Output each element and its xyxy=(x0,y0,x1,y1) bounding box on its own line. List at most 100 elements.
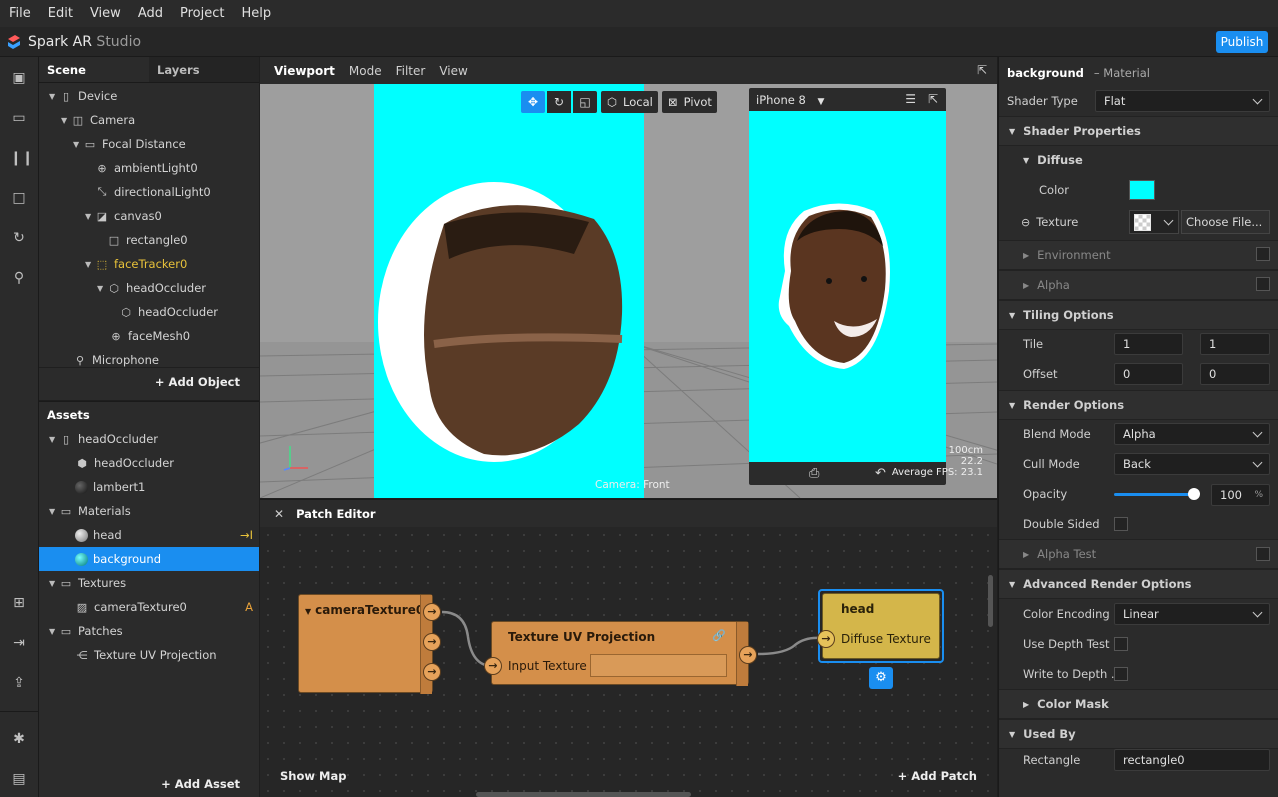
depth-test-checkbox[interactable] xyxy=(1114,637,1128,651)
tree-item-head-occluder-mesh[interactable]: ⬡ headOccluder xyxy=(119,300,218,324)
tree-item-head-occluder[interactable]: ▼ ⬡ headOccluder xyxy=(97,276,206,300)
tree-item-ambient-light[interactable]: ⊕ ambientLight0 xyxy=(95,156,197,180)
local-toggle[interactable]: ⬡ Local xyxy=(601,91,658,113)
tree-item-microphone[interactable]: ⚲ Microphone xyxy=(73,348,159,372)
opacity-slider-handle[interactable] xyxy=(1188,488,1200,500)
asset-patches-folder[interactable]: ▼ ▭ Patches xyxy=(49,619,123,643)
tiling-options-header[interactable]: Tiling Options xyxy=(1023,308,1113,322)
asset-head-occluder-folder[interactable]: ▼ ▯ headOccluder xyxy=(49,427,158,451)
import-icon[interactable]: ⇥ xyxy=(10,634,28,652)
menu-file[interactable]: File xyxy=(9,6,31,21)
scale-tool-icon[interactable]: ◱ xyxy=(573,91,597,113)
tab-filter[interactable]: Filter xyxy=(396,64,426,78)
tab-view[interactable]: View xyxy=(439,64,467,78)
asset-head-occluder-mesh[interactable]: ⬢ headOccluder xyxy=(75,451,174,475)
close-icon[interactable]: ✕ xyxy=(274,507,284,521)
menu-edit[interactable]: Edit xyxy=(48,6,73,21)
horizontal-scrollbar[interactable] xyxy=(476,792,691,797)
tab-scene[interactable]: Scene xyxy=(39,57,149,82)
viewport-3d[interactable]: ✥ ↻ ◱ ⬡ Local ⊠ Pivot iPhone 8 ▼ ☰ ⇱ ⎙ ↶ C… xyxy=(260,84,997,498)
vertical-scrollbar[interactable] xyxy=(988,575,993,627)
alpha-header[interactable]: Alpha xyxy=(1037,278,1070,292)
asset-camera-texture[interactable]: ▨ cameraTexture0 A xyxy=(75,595,253,619)
color-mask-header[interactable]: Color Mask xyxy=(1037,697,1109,711)
asset-lambert[interactable]: lambert1 xyxy=(75,475,145,499)
menu-project[interactable]: Project xyxy=(180,6,224,21)
settings-gear-icon[interactable]: ⚙ xyxy=(869,667,893,689)
offset-x-input[interactable]: 0 xyxy=(1114,363,1183,385)
environment-header[interactable]: Environment xyxy=(1037,248,1110,262)
add-asset-button[interactable]: + Add Asset xyxy=(161,777,240,791)
patch-canvas[interactable]: ▼ cameraTexture0 → → → Texture UV Project… xyxy=(260,527,997,797)
alpha-test-checkbox[interactable] xyxy=(1256,547,1270,561)
cull-mode-select[interactable]: Back xyxy=(1114,453,1270,475)
tile-x-input[interactable]: 1 xyxy=(1114,333,1183,355)
diffuse-header[interactable]: Diffuse xyxy=(1037,153,1083,167)
render-options-header[interactable]: Render Options xyxy=(1023,398,1124,412)
asset-materials-folder[interactable]: ▼ ▭ Materials xyxy=(49,499,131,523)
tree-item-face-mesh[interactable]: ⊕ faceMesh0 xyxy=(109,324,190,348)
add-patch-button[interactable]: + Add Patch xyxy=(898,769,977,783)
output-port[interactable]: → xyxy=(739,646,757,664)
device-select[interactable]: iPhone 8 ▼ xyxy=(756,93,824,107)
input-port[interactable]: → xyxy=(484,657,502,675)
layout-icon[interactable]: ▣ xyxy=(10,69,28,87)
screenshot-icon[interactable]: ⎙ xyxy=(809,466,819,481)
rotate-tool-icon[interactable]: ↻ xyxy=(547,91,571,113)
input-texture-field[interactable] xyxy=(590,654,727,677)
rotate-device-icon[interactable]: ↶ xyxy=(875,466,886,481)
add-object-button[interactable]: + Add Object xyxy=(155,375,240,389)
asset-textures-folder[interactable]: ▼ ▭ Textures xyxy=(49,571,126,595)
refresh-icon[interactable]: ↻ xyxy=(10,229,28,247)
tree-item-device[interactable]: ▼ ▯ Device xyxy=(49,84,117,108)
pause-icon[interactable]: ❙❙ xyxy=(10,149,33,167)
shader-type-select[interactable]: Flat xyxy=(1095,90,1270,112)
head-material-patch[interactable]: head → Diffuse Texture xyxy=(817,593,940,659)
menu-icon[interactable]: ☰ xyxy=(905,92,916,106)
camera-texture-patch[interactable]: ▼ cameraTexture0 → → → xyxy=(298,594,441,694)
console-icon[interactable]: ▤ xyxy=(10,770,28,788)
rectangle-reference[interactable]: rectangle0 xyxy=(1114,749,1270,771)
tab-layers[interactable]: Layers xyxy=(149,57,259,82)
asset-background-material[interactable]: background xyxy=(39,547,259,571)
tree-item-face-tracker[interactable]: ▼ ⬚ faceTracker0 xyxy=(85,252,187,276)
texture-select[interactable] xyxy=(1129,210,1179,234)
tree-item-rectangle[interactable]: □ rectangle0 xyxy=(107,228,188,252)
output-port[interactable]: → xyxy=(423,633,441,651)
tree-item-focal-distance[interactable]: ▼ ▭ Focal Distance xyxy=(73,132,186,156)
menu-view[interactable]: View xyxy=(90,6,121,21)
double-sided-checkbox[interactable] xyxy=(1114,517,1128,531)
tab-viewport[interactable]: Viewport xyxy=(274,64,335,78)
output-port[interactable]: → xyxy=(423,663,441,681)
opacity-input[interactable]: 100% xyxy=(1211,484,1270,506)
asset-head-material[interactable]: head →I xyxy=(75,523,253,547)
write-depth-checkbox[interactable] xyxy=(1114,667,1128,681)
tree-item-directional-light[interactable]: ⤡ directionalLight0 xyxy=(95,180,211,204)
environment-checkbox[interactable] xyxy=(1256,247,1270,261)
offset-y-input[interactable]: 0 xyxy=(1200,363,1270,385)
tile-y-input[interactable]: 1 xyxy=(1200,333,1270,355)
video-icon[interactable]: ▭ xyxy=(10,109,28,127)
output-port[interactable]: → xyxy=(423,603,441,621)
pivot-toggle[interactable]: ⊠ Pivot xyxy=(662,91,717,113)
add-folder-icon[interactable]: ⊞ xyxy=(10,594,28,612)
publish-button[interactable]: Publish xyxy=(1216,31,1268,53)
used-by-header[interactable]: Used By xyxy=(1023,727,1075,741)
menu-help[interactable]: Help xyxy=(241,6,271,21)
asset-uv-projection[interactable]: ⋲ Texture UV Projection xyxy=(75,643,217,667)
tree-item-camera[interactable]: ▼ ◫ Camera xyxy=(61,108,135,132)
stop-icon[interactable]: □ xyxy=(10,189,28,207)
popout-icon[interactable]: ⇱ xyxy=(928,92,938,106)
search-icon[interactable]: ⚲ xyxy=(10,269,28,287)
opacity-slider[interactable] xyxy=(1114,493,1194,496)
input-port[interactable]: → xyxy=(817,630,835,648)
connect-arrow-icon[interactable]: ⊖ xyxy=(1021,216,1030,229)
menu-add[interactable]: Add xyxy=(138,6,163,21)
color-encoding-select[interactable]: Linear xyxy=(1114,603,1270,625)
choose-file-button[interactable]: Choose File... xyxy=(1181,210,1270,234)
move-tool-icon[interactable]: ✥ xyxy=(521,91,545,113)
tree-item-canvas[interactable]: ▼ ◪ canvas0 xyxy=(85,204,162,228)
uv-projection-patch[interactable]: Texture UV Projection 🔗 → Input Texture … xyxy=(484,621,757,686)
alpha-test-header[interactable]: Alpha Test xyxy=(1037,547,1096,561)
bug-icon[interactable]: ✱ xyxy=(10,730,28,748)
